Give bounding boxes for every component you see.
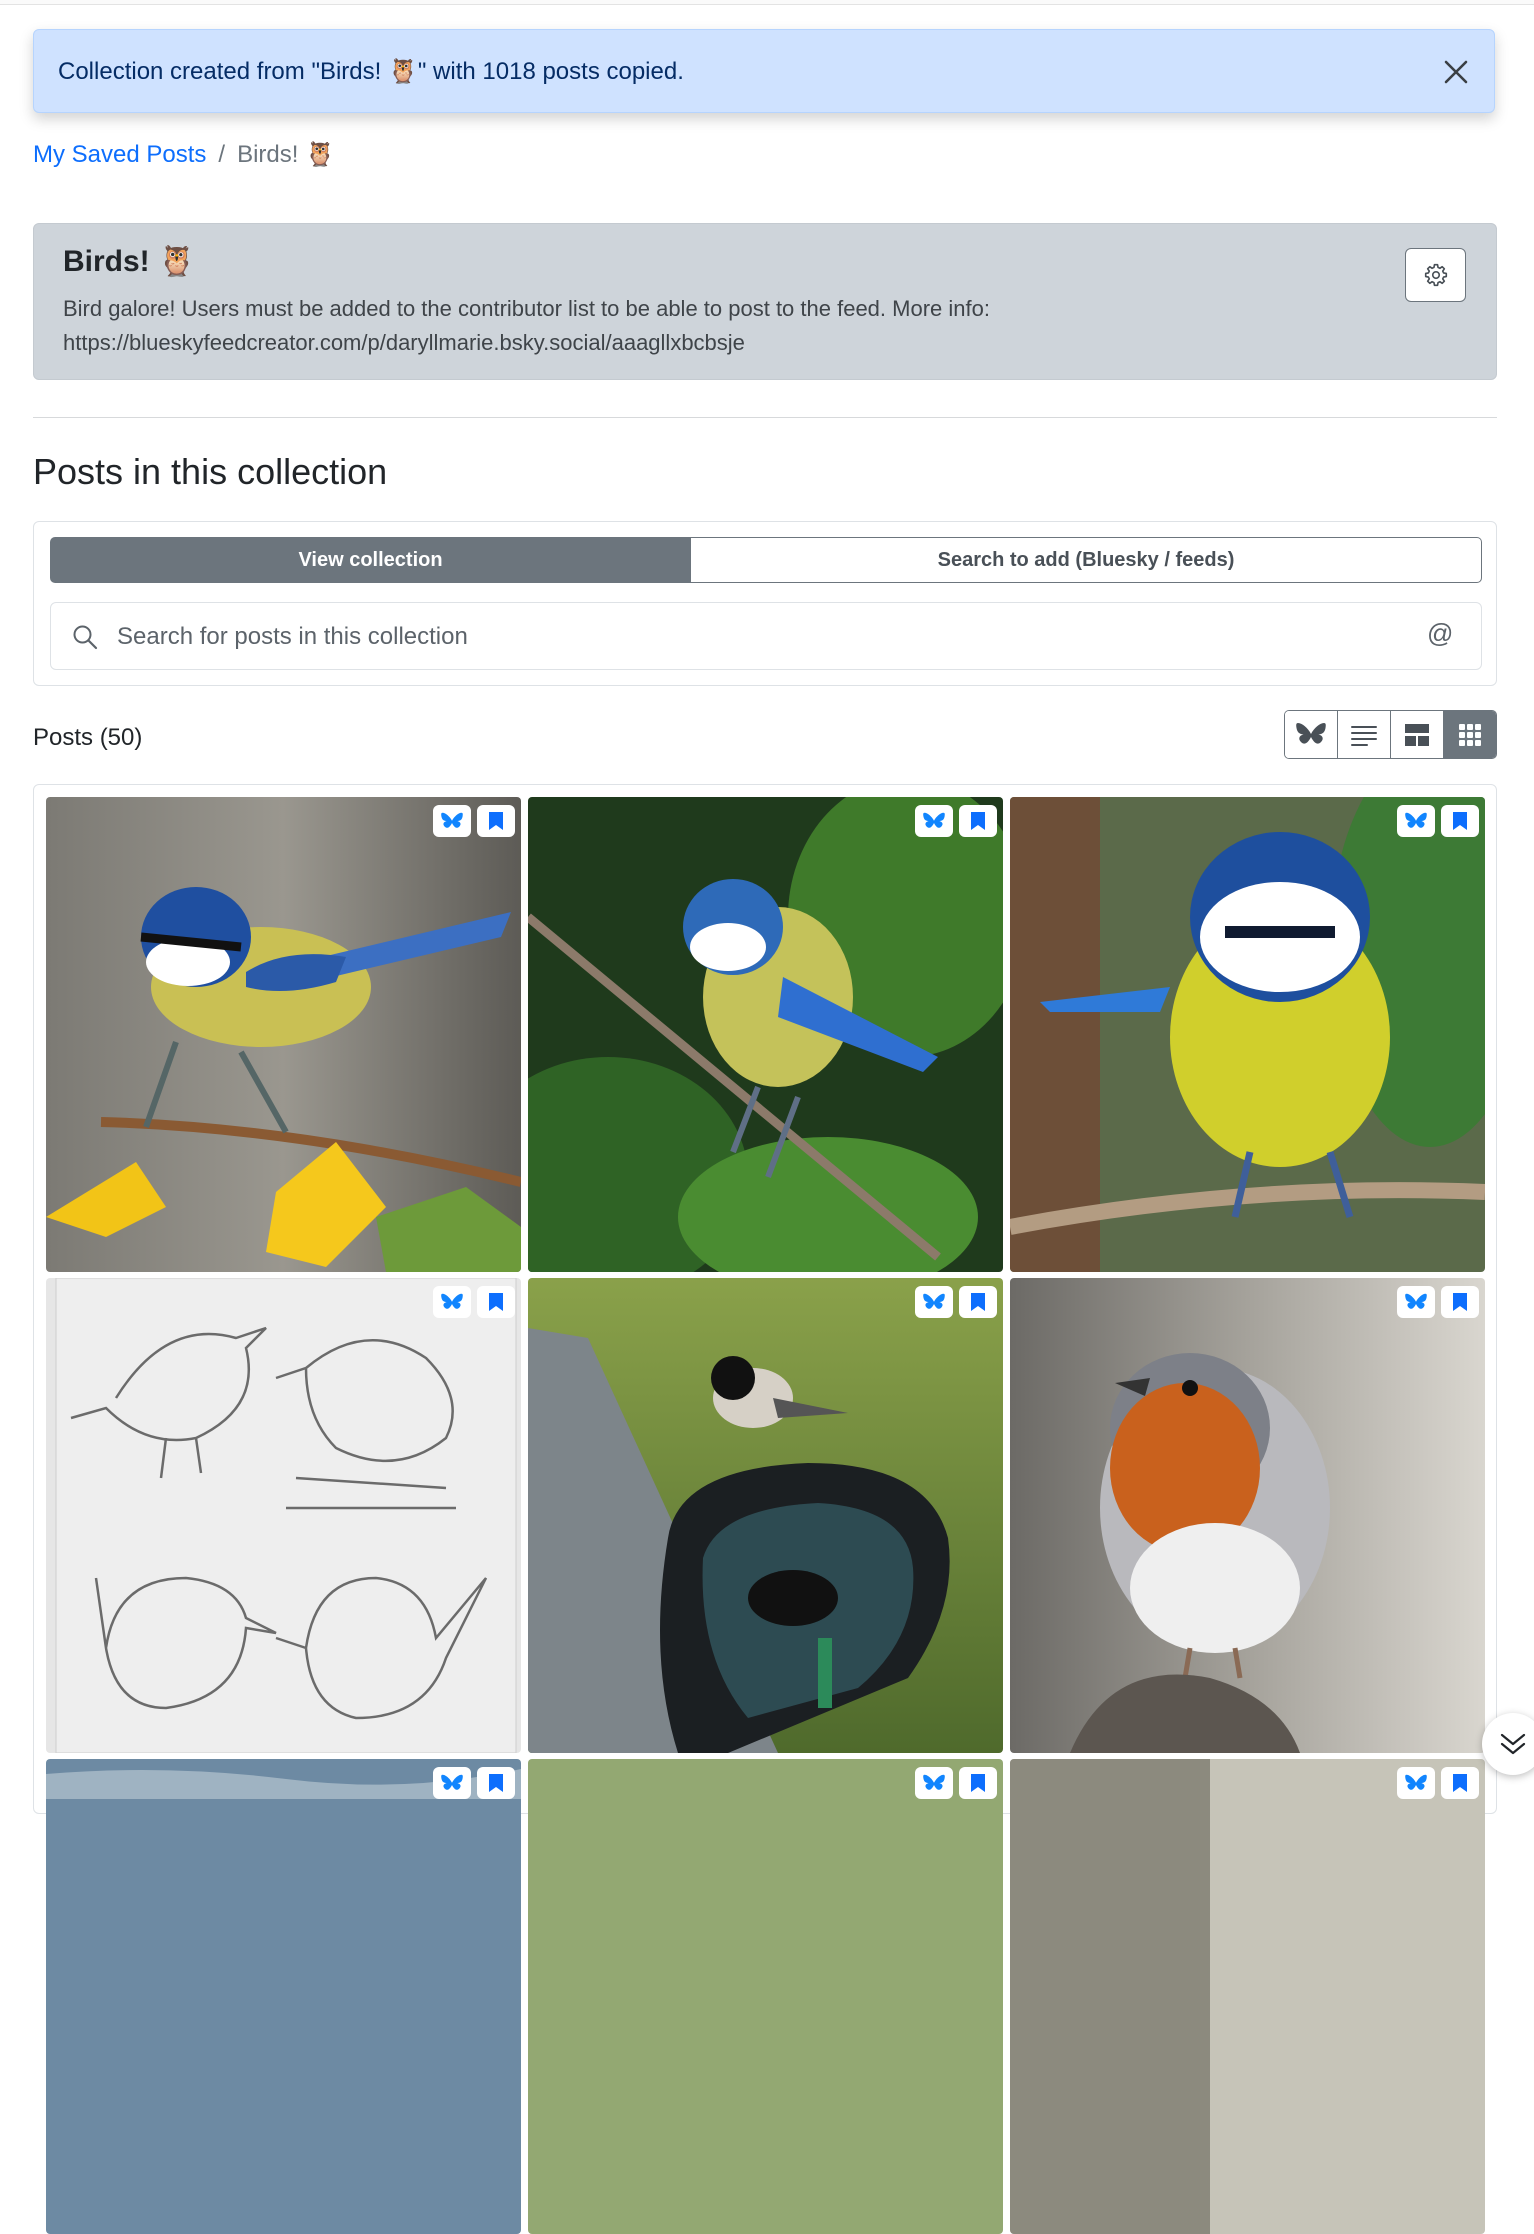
post-tile[interactable] — [1010, 797, 1485, 1272]
open-in-bluesky-button[interactable] — [915, 805, 953, 837]
bookmark-icon — [489, 1293, 503, 1311]
breadcrumb-current: Birds! 🦉 — [237, 141, 335, 168]
open-in-bluesky-button[interactable] — [1397, 805, 1435, 837]
bookmark-icon — [1453, 812, 1467, 830]
open-in-bluesky-button[interactable] — [433, 1767, 471, 1799]
collection-title: Birds! 🦉 — [63, 245, 196, 278]
bookmark-button[interactable] — [477, 805, 515, 837]
posts-grid — [33, 784, 1497, 2234]
view-mode-toggle — [1284, 710, 1497, 759]
alert-message: Collection created from "Birds! 🦉" with … — [58, 57, 684, 85]
view-mode-grid[interactable] — [1444, 711, 1496, 758]
post-image — [528, 1759, 1003, 2234]
post-image — [1010, 797, 1485, 1272]
breadcrumb-home-link[interactable]: My Saved Posts — [33, 141, 206, 169]
bluesky-butterfly-icon — [1405, 812, 1427, 828]
view-mode-list[interactable] — [1338, 711, 1391, 758]
post-tile[interactable] — [528, 1278, 1003, 1753]
grid-icon — [1459, 723, 1481, 746]
post-tile[interactable] — [46, 1278, 521, 1753]
tab-view-collection[interactable]: View collection — [50, 537, 691, 583]
bookmark-button[interactable] — [1441, 805, 1479, 837]
view-mode-bluesky[interactable] — [1285, 711, 1338, 758]
post-tile[interactable] — [46, 1759, 521, 2234]
at-sign-icon[interactable]: @ — [1427, 618, 1453, 649]
post-image — [46, 1759, 521, 2234]
breadcrumb: My Saved Posts / Birds! 🦉 — [33, 140, 335, 169]
open-in-bluesky-button[interactable] — [915, 1767, 953, 1799]
bookmark-icon — [971, 1293, 985, 1311]
close-icon[interactable] — [1440, 56, 1472, 88]
bookmark-icon — [971, 812, 985, 830]
search-box: @ — [50, 602, 1482, 670]
bookmark-icon — [489, 812, 503, 830]
collection-info-card: Birds! 🦉 Bird galore! Users must be adde… — [33, 223, 1497, 380]
collection-description: Bird galore! Users must be added to the … — [63, 296, 990, 355]
tab-search-to-add[interactable]: Search to add (Bluesky / feeds) — [691, 537, 1482, 583]
list-lines-icon — [1351, 725, 1377, 746]
bookmark-icon — [1453, 1774, 1467, 1792]
post-image — [528, 797, 1003, 1272]
post-image — [1010, 1759, 1485, 2234]
bluesky-butterfly-icon — [923, 812, 945, 828]
posts-count: Posts (50) — [33, 724, 143, 751]
post-image — [46, 1278, 521, 1753]
double-chevron-down-icon — [1500, 1733, 1526, 1755]
open-in-bluesky-button[interactable] — [1397, 1286, 1435, 1318]
post-image — [46, 797, 521, 1272]
bluesky-butterfly-icon — [1405, 1293, 1427, 1309]
search-icon — [73, 625, 98, 650]
view-mode-layout[interactable] — [1391, 711, 1444, 758]
bookmark-button[interactable] — [959, 1286, 997, 1318]
bluesky-butterfly-icon — [923, 1293, 945, 1309]
post-image — [528, 1278, 1003, 1753]
view-tabs: View collection Search to add (Bluesky /… — [50, 537, 1482, 583]
section-title: Posts in this collection — [33, 451, 388, 492]
post-tile[interactable] — [528, 797, 1003, 1272]
post-tile[interactable] — [1010, 1278, 1485, 1753]
post-tile[interactable] — [1010, 1759, 1485, 2234]
bookmark-button[interactable] — [477, 1767, 515, 1799]
bluesky-butterfly-icon — [923, 1774, 945, 1790]
top-edge — [0, 0, 1534, 5]
bookmark-button[interactable] — [959, 805, 997, 837]
bluesky-butterfly-icon — [441, 1293, 463, 1309]
open-in-bluesky-button[interactable] — [1397, 1767, 1435, 1799]
layout-icon — [1405, 723, 1429, 746]
post-tile[interactable] — [528, 1759, 1003, 2234]
bookmark-icon — [489, 1774, 503, 1792]
bluesky-butterfly-icon — [441, 812, 463, 828]
bookmark-button[interactable] — [959, 1767, 997, 1799]
search-input[interactable] — [115, 615, 1409, 659]
success-alert: Collection created from "Birds! 🦉" with … — [33, 29, 1495, 113]
breadcrumb-separator: / — [218, 140, 226, 168]
bookmark-button[interactable] — [1441, 1767, 1479, 1799]
open-in-bluesky-button[interactable] — [915, 1286, 953, 1318]
section-divider — [33, 417, 1497, 418]
bluesky-butterfly-icon — [1296, 722, 1326, 744]
bookmark-icon — [971, 1774, 985, 1792]
gear-icon — [1424, 263, 1447, 287]
collection-controls: View collection Search to add (Bluesky /… — [33, 521, 1497, 686]
open-in-bluesky-button[interactable] — [433, 805, 471, 837]
settings-button[interactable] — [1405, 248, 1466, 302]
bookmark-button[interactable] — [477, 1286, 515, 1318]
post-tile[interactable] — [46, 797, 521, 1272]
bluesky-butterfly-icon — [441, 1774, 463, 1790]
bookmark-icon — [1453, 1293, 1467, 1311]
bluesky-butterfly-icon — [1405, 1774, 1427, 1790]
bookmark-button[interactable] — [1441, 1286, 1479, 1318]
post-image — [1010, 1278, 1485, 1753]
open-in-bluesky-button[interactable] — [433, 1286, 471, 1318]
